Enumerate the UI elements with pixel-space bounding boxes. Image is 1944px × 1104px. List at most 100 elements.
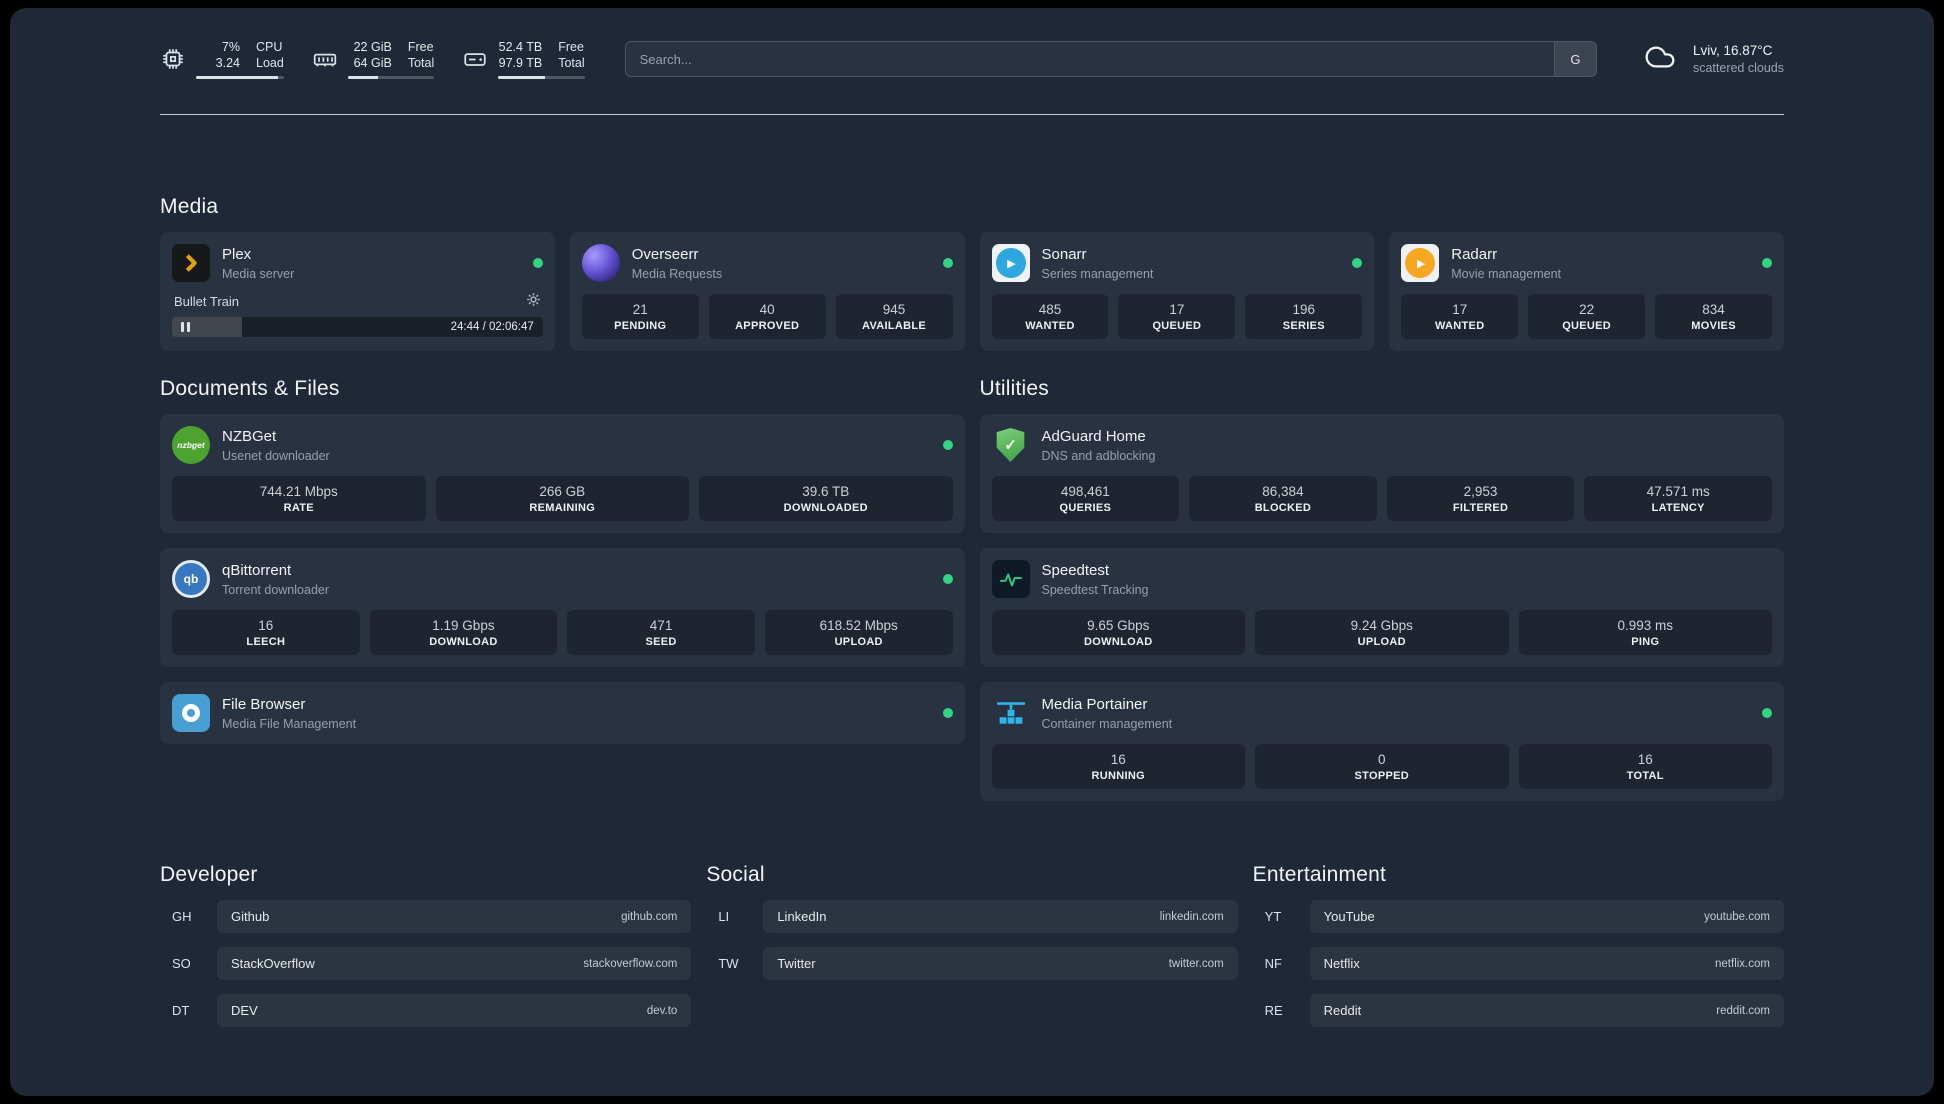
stat-queries: 498,461 QUERIES — [991, 476, 1180, 521]
section-title-entertainment: Entertainment — [1252, 863, 1386, 886]
bookmark-stackoverflow[interactable]: SO StackOverflow stackoverflow.com — [160, 947, 692, 980]
cpu-load-value: 3.24 — [215, 56, 240, 70]
stat-label: LATENCY — [1651, 502, 1705, 514]
disk-free-label: Free — [558, 40, 584, 54]
bookmark-linkedin[interactable]: LI LinkedIn linkedin.com — [706, 900, 1238, 933]
player-time: 24:44 / 02:06:47 — [450, 321, 534, 333]
search-bar: G — [624, 41, 1597, 77]
bookmark-dev[interactable]: DT DEV dev.to — [160, 994, 692, 1027]
player-settings-icon[interactable] — [526, 292, 541, 310]
topbar: 7% CPU 3.24 Load 22 GiB Free 64 GiB Tota… — [160, 36, 1784, 82]
card-header: ▶ Radarr Movie management — [1401, 244, 1772, 282]
service-card-radarr[interactable]: ▶ Radarr Movie management 17 WANTED 22 Q… — [1389, 232, 1784, 351]
service-card-nzbget[interactable]: nzbget NZBGet Usenet downloader 744.21 M… — [160, 414, 965, 533]
bookmark-abbr: RE — [1264, 1003, 1283, 1018]
service-card-speedtest[interactable]: Speedtest Speedtest Tracking 9.65 Gbps D… — [979, 548, 1784, 667]
stat-label: PENDING — [614, 320, 667, 332]
service-name: Speedtest — [1041, 561, 1110, 579]
service-name: NZBGet — [222, 427, 277, 445]
bookmark-youtube[interactable]: YT YouTube youtube.com — [1253, 900, 1784, 933]
player-progress-bar[interactable]: 24:44 / 02:06:47 — [172, 317, 543, 337]
stat-label: WANTED — [1434, 320, 1485, 332]
stat-stopped: 0 STOPPED — [1255, 744, 1509, 789]
bookmark-netflix[interactable]: NF Netflix netflix.com — [1253, 947, 1784, 980]
dashboard-frame: 7% CPU 3.24 Load 22 GiB Free 64 GiB Tota… — [10, 8, 1934, 1096]
section-media: Media Plex Media server Bullet Train 24:… — [160, 195, 1784, 351]
disk-widget: 52.4 TB Free 97.9 TB Total — [462, 39, 585, 79]
stat-label: STOPPED — [1354, 770, 1409, 782]
stats-row: 21 PENDING 40 APPROVED 945 AVAILABLE — [581, 294, 953, 339]
service-subtitle: Series management — [1041, 266, 1154, 281]
service-card-sonarr[interactable]: ▶ Sonarr Series management 485 WANTED 17… — [979, 232, 1375, 351]
stat-value: 744.21 Mbps — [259, 484, 338, 499]
memory-free-value: 22 GiB — [353, 40, 392, 54]
qbittorrent-icon: qb — [172, 560, 210, 598]
section-documents: Documents & Files nzbget NZBGet Usenet d… — [160, 377, 965, 744]
service-card-adguard[interactable]: AdGuard Home DNS and adblocking 498,461 … — [979, 414, 1784, 533]
service-name: Radarr — [1451, 245, 1498, 263]
bookmark-twitter[interactable]: TW Twitter twitter.com — [706, 947, 1238, 980]
stat-value: 17 — [1169, 302, 1185, 317]
service-card-plex[interactable]: Plex Media server Bullet Train 24:44 / 0… — [160, 232, 555, 351]
speedtest-icon — [991, 560, 1030, 598]
bookmark-abbr: YT — [1264, 909, 1282, 924]
status-dot — [1762, 258, 1772, 268]
stat-label: DOWNLOAD — [429, 636, 498, 648]
stat-wanted: 17 WANTED — [1401, 294, 1519, 339]
bookmark-abbr: NF — [1264, 956, 1282, 971]
overseerr-icon — [581, 244, 620, 282]
status-dot — [1352, 258, 1363, 268]
stat-label: WANTED — [1025, 320, 1075, 332]
stat-value: 39.6 TB — [802, 484, 850, 499]
cpu-usage-label: CPU — [256, 40, 283, 54]
stat-download: 9.65 Gbps DOWNLOAD — [991, 610, 1245, 655]
memory-icon — [312, 46, 338, 72]
stat-value: 40 — [759, 302, 775, 317]
bookmark-name: YouTube — [1323, 909, 1375, 924]
service-meta: Media Portainer Container management — [1042, 696, 1173, 731]
section-utilities: Utilities AdGuard Home DNS and adblockin… — [979, 377, 1784, 801]
cpu-widget: 7% CPU 3.24 Load — [160, 39, 284, 79]
stat-value: 2,953 — [1463, 484, 1498, 499]
bookmark-url: netflix.com — [1715, 957, 1770, 970]
search-input[interactable] — [624, 41, 1597, 77]
stat-value: 0.993 ms — [1617, 618, 1674, 633]
stat-value: 1.19 Gbps — [432, 618, 495, 633]
service-subtitle: Media Requests — [631, 266, 723, 281]
bookmark-reddit[interactable]: RE Reddit reddit.com — [1253, 994, 1784, 1027]
stat-value: 266 GB — [539, 484, 586, 499]
stat-blocked: 86,384 BLOCKED — [1189, 476, 1377, 521]
pause-icon[interactable] — [181, 322, 190, 332]
stat-label: SEED — [645, 636, 677, 648]
cpu-bar — [196, 76, 284, 79]
bookmark-abbr: DT — [172, 1003, 190, 1018]
stat-value: 0 — [1377, 752, 1386, 767]
bookmark-name: DEV — [231, 1003, 258, 1018]
service-card-qbittorrent[interactable]: qb qBittorrent Torrent downloader 16 LEE… — [160, 548, 965, 667]
card-header: ▶ Sonarr Series management — [991, 244, 1363, 282]
service-card-filebrowser[interactable]: File Browser Media File Management — [160, 682, 965, 744]
bookmark-name: Reddit — [1323, 1003, 1362, 1018]
stat-label: TOTAL — [1626, 770, 1664, 782]
stat-leech: 16 LEECH — [172, 610, 360, 655]
stat-label: QUERIES — [1059, 502, 1112, 514]
stat-label: SERIES — [1282, 320, 1325, 332]
service-meta: File Browser Media File Management — [222, 696, 356, 731]
bookmark-github[interactable]: GH Github github.com — [160, 900, 692, 933]
portainer-icon — [992, 694, 1030, 732]
cpu-usage-value: 7% — [221, 40, 240, 54]
service-meta: Overseerr Media Requests — [632, 246, 722, 281]
service-subtitle: Media server — [222, 266, 295, 281]
service-card-portainer[interactable]: Media Portainer Container management 16 … — [979, 682, 1784, 801]
search-engine-button[interactable]: G — [1553, 42, 1596, 76]
memory-total-value: 64 GiB — [353, 56, 392, 70]
bookmark-group-social: Social LI LinkedIn linkedin.com TW Twitt… — [706, 863, 1238, 980]
stat-label: FILTERED — [1452, 502, 1509, 514]
disk-free-value: 52.4 TB — [498, 40, 543, 54]
stat-upload: 9.24 Gbps UPLOAD — [1255, 610, 1509, 655]
adguard-icon — [992, 426, 1030, 464]
bookmark-name: Twitter — [777, 956, 816, 971]
service-card-overseerr[interactable]: Overseerr Media Requests 21 PENDING 40 A… — [569, 232, 965, 351]
service-subtitle: DNS and adblocking — [1041, 448, 1156, 463]
stat-rate: 744.21 Mbps RATE — [172, 476, 426, 521]
